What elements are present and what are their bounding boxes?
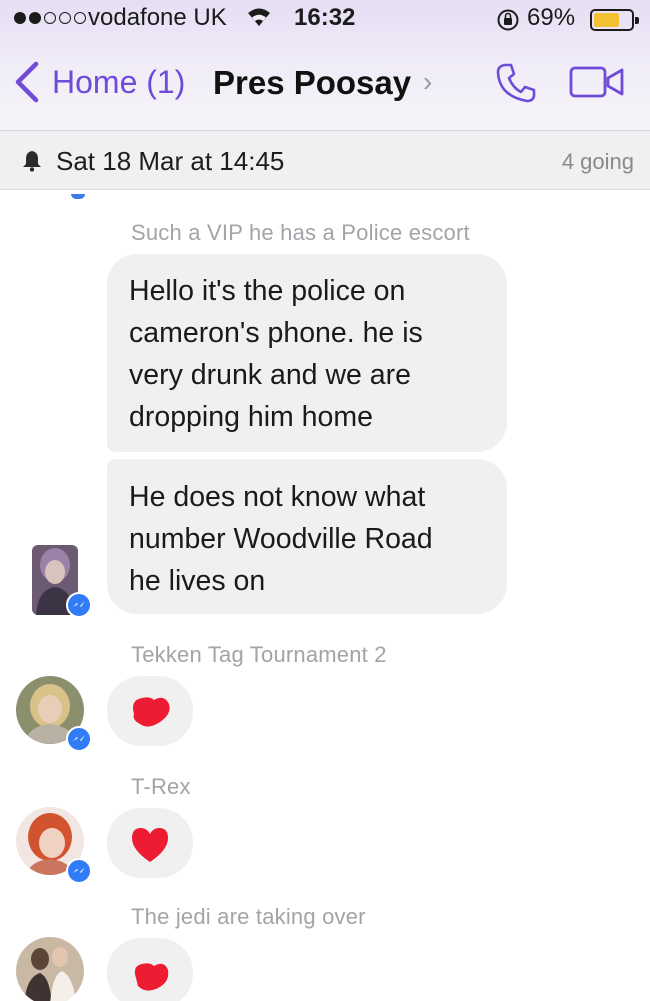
messenger-badge-icon bbox=[66, 592, 92, 618]
message-caption: T-Rex bbox=[131, 774, 191, 799]
message-bubble[interactable]: He does not know what number Woodville R… bbox=[107, 459, 507, 614]
message-bubble[interactable]: Hello it's the police on cameron's phone… bbox=[107, 254, 507, 452]
signal-strength-icon bbox=[14, 12, 86, 24]
messenger-screen: vodafone UK 16:32 69% Home (1) Pres Poos… bbox=[0, 0, 650, 1001]
conversation-nav-bar: Home (1) Pres Poosay › bbox=[0, 46, 650, 124]
message-text-line: very drunk and we are bbox=[129, 359, 411, 391]
heart-sticker-icon bbox=[128, 690, 172, 737]
message-caption: The jedi are taking over bbox=[131, 904, 366, 929]
message-caption: Such a VIP he has a Police escort bbox=[131, 220, 470, 245]
event-date: Sat 18 Mar at 14:45 bbox=[56, 146, 285, 176]
bell-icon bbox=[20, 149, 44, 178]
back-button[interactable]: Home (1) bbox=[52, 64, 185, 101]
video-camera-icon[interactable] bbox=[568, 64, 630, 105]
back-chevron-icon[interactable] bbox=[12, 60, 42, 109]
battery-percent: 69% bbox=[527, 4, 576, 31]
messenger-badge-icon bbox=[66, 858, 92, 884]
message-caption: Tekken Tag Tournament 2 bbox=[131, 642, 387, 667]
battery-icon bbox=[590, 9, 639, 31]
heart-sticker-icon bbox=[128, 822, 172, 871]
message-text-line: Hello it's the police on bbox=[129, 275, 406, 307]
message-text-line: dropping him home bbox=[129, 401, 373, 433]
carrier-name: vodafone UK bbox=[88, 4, 227, 31]
wifi-icon bbox=[246, 6, 272, 35]
event-going-count[interactable]: 4 going bbox=[562, 149, 634, 175]
message-text-line: He does not know what bbox=[129, 481, 426, 513]
message-text-line: cameron's phone. he is bbox=[129, 317, 423, 349]
phone-icon[interactable] bbox=[493, 60, 539, 111]
message-text-line: number Woodville Road bbox=[129, 523, 433, 555]
sticker-bubble[interactable] bbox=[107, 676, 193, 746]
sender-avatar[interactable] bbox=[16, 937, 84, 1001]
messenger-badge-icon bbox=[66, 726, 92, 752]
sticker-bubble[interactable] bbox=[107, 938, 193, 1001]
status-bar: vodafone UK 16:32 69% bbox=[0, 0, 650, 40]
sticker-bubble[interactable] bbox=[107, 808, 193, 878]
heart-sticker-icon bbox=[128, 952, 172, 1001]
title-chevron-icon[interactable]: › bbox=[423, 66, 432, 98]
top-bar: vodafone UK 16:32 69% Home (1) Pres Poos… bbox=[0, 0, 650, 130]
previous-avatar-edge bbox=[71, 194, 85, 199]
conversation-title[interactable]: Pres Poosay bbox=[213, 64, 411, 102]
status-time: 16:32 bbox=[294, 4, 356, 31]
rotation-lock-icon bbox=[496, 8, 520, 39]
event-reminder-banner[interactable]: Sat 18 Mar at 14:45 4 going bbox=[0, 130, 650, 190]
message-text-line: he lives on bbox=[129, 565, 266, 597]
